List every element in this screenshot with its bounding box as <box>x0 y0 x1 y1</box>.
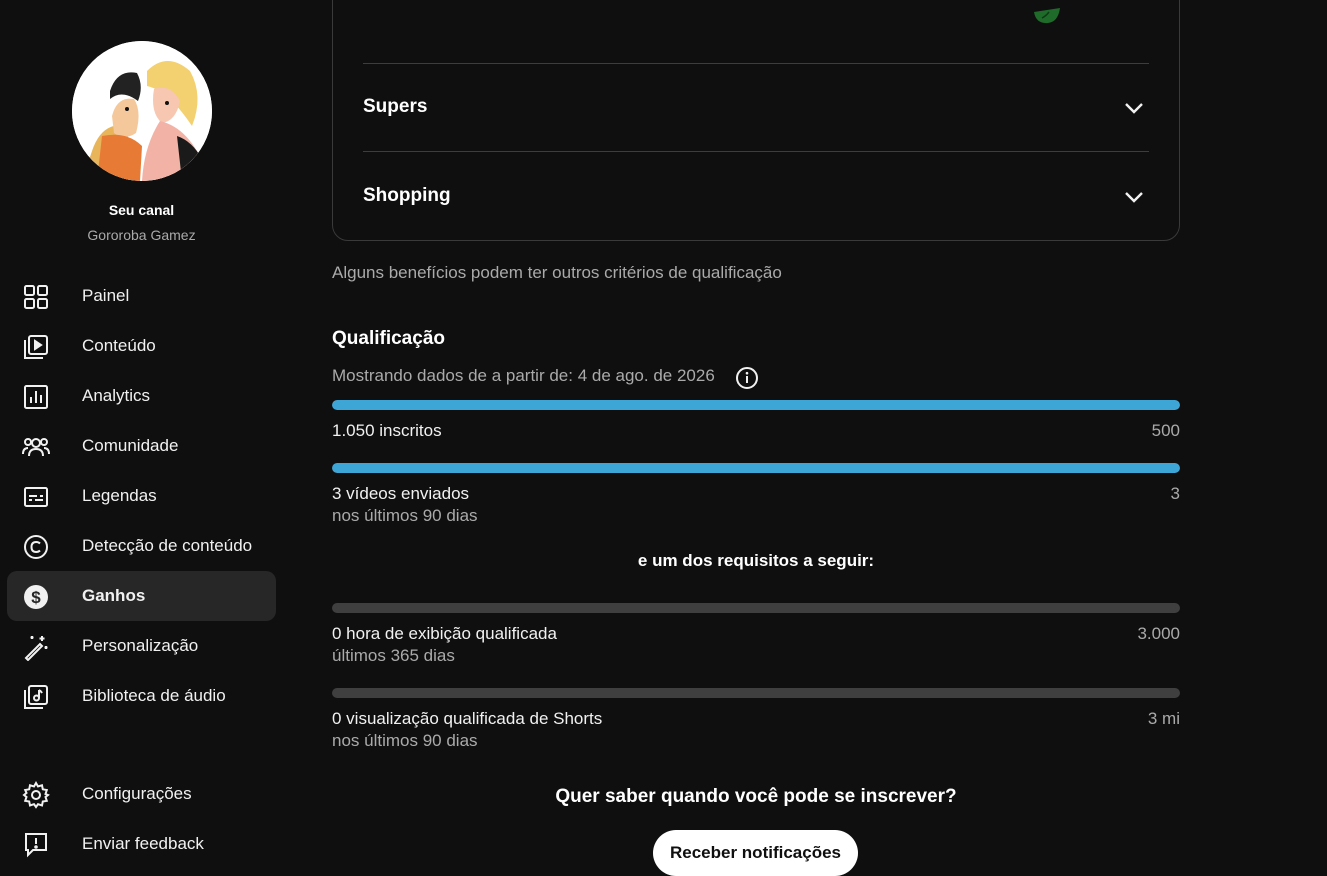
accordion-supers[interactable]: Supers <box>363 63 1149 151</box>
analytics-icon <box>22 383 50 411</box>
get-notified-button[interactable]: Receber notificações <box>653 830 858 876</box>
benefits-note: Alguns benefícios podem ter outros crité… <box>332 263 782 282</box>
progress-fill <box>332 400 1180 410</box>
leaf-icon <box>1034 8 1060 24</box>
sidebar-item-conteudo[interactable]: Conteúdo <box>7 321 276 371</box>
sidebar-item-deteccao[interactable]: Detecção de conteúdo <box>7 521 276 571</box>
channel-title: Seu canal <box>108 202 175 218</box>
info-icon[interactable] <box>735 366 759 390</box>
earn-icon: $ <box>22 583 50 611</box>
sidebar-item-label: Personalização <box>82 636 199 655</box>
feedback-icon <box>22 831 50 859</box>
data-date-text: Mostrando dados de a partir de: 4 de ago… <box>332 366 715 385</box>
svg-text:$: $ <box>31 588 41 607</box>
sidebar-item-personalizacao[interactable]: Personalização <box>7 621 276 671</box>
sidebar-item-label: Biblioteca de áudio <box>82 686 226 705</box>
studio-page: Seu canal Gororoba Gamez Painel Conteúdo… <box>0 0 1327 876</box>
chevron-down-icon <box>1125 103 1143 114</box>
sidebar-item-feedback[interactable]: Enviar feedback <box>7 819 276 869</box>
progress-bar <box>332 688 1180 698</box>
progress-bar <box>332 463 1180 473</box>
requirement-subtext: nos últimos 90 dias <box>332 506 478 525</box>
community-icon <box>22 433 50 461</box>
sidebar-item-label: Painel <box>82 286 130 305</box>
sidebar-item-comunidade[interactable]: Comunidade <box>7 421 276 471</box>
sidebar-item-painel[interactable]: Painel <box>7 271 276 321</box>
sidebar-item-label: Detecção de conteúdo <box>82 536 253 555</box>
requirement-subtext: nos últimos 90 dias <box>332 731 478 750</box>
channel-name: Gororoba Gamez <box>87 227 196 243</box>
sidebar-item-label: Ganhos <box>82 586 146 605</box>
progress-bar <box>332 603 1180 613</box>
audio-library-icon <box>22 683 50 711</box>
copyright-icon <box>22 533 50 561</box>
requirement-label: 3 vídeos enviados <box>332 484 470 503</box>
requirement-label: 0 visualização qualificada de Shorts <box>332 709 603 728</box>
sidebar-item-label: Configurações <box>82 784 192 803</box>
sidebar-item-label: Enviar feedback <box>82 834 204 853</box>
sidebar-item-analytics[interactable]: Analytics <box>7 371 276 421</box>
gear-icon <box>22 781 50 809</box>
requirement-target: 3 mi <box>1147 709 1180 728</box>
progress-fill <box>332 463 1180 473</box>
requirement-target: 3 <box>1170 484 1180 503</box>
or-requirements-text: e um dos requisitos a seguir: <box>637 551 875 570</box>
requirement-label: 1.050 inscritos <box>332 421 442 440</box>
sidebar-item-label: Comunidade <box>82 436 179 455</box>
sidebar-item-label: Legendas <box>82 486 157 505</box>
magic-wand-icon <box>22 633 50 661</box>
chevron-down-icon <box>1125 192 1143 203</box>
dashboard-icon <box>22 283 50 311</box>
accordion-label: Supers <box>363 96 428 117</box>
sidebar: Seu canal Gororoba Gamez Painel Conteúdo… <box>0 0 283 876</box>
sidebar-item-legendas[interactable]: Legendas <box>7 471 276 521</box>
notify-question: Quer saber quando você pode se inscrever… <box>555 786 957 807</box>
requirement-target: 500 <box>1151 421 1180 440</box>
requirement-subtext: últimos 365 dias <box>332 646 455 665</box>
sidebar-item-label: Conteúdo <box>82 336 156 355</box>
sidebar-item-label: Analytics <box>82 386 151 405</box>
section-title: Qualificação <box>332 328 445 349</box>
subtitles-icon <box>22 483 50 511</box>
content-icon <box>22 333 50 361</box>
accordion-shopping[interactable]: Shopping <box>363 152 1149 240</box>
progress-bar <box>332 400 1180 410</box>
requirement-target: 3.000 <box>1137 624 1180 643</box>
sidebar-item-ganhos[interactable]: $ Ganhos <box>7 571 276 621</box>
requirement-label: 0 hora de exibição qualificada <box>332 624 557 643</box>
accordion-label: Shopping <box>363 185 451 206</box>
avatar[interactable] <box>72 41 212 181</box>
sidebar-item-configuracoes[interactable]: Configurações <box>7 769 276 819</box>
sidebar-item-biblioteca[interactable]: Biblioteca de áudio <box>7 671 276 721</box>
